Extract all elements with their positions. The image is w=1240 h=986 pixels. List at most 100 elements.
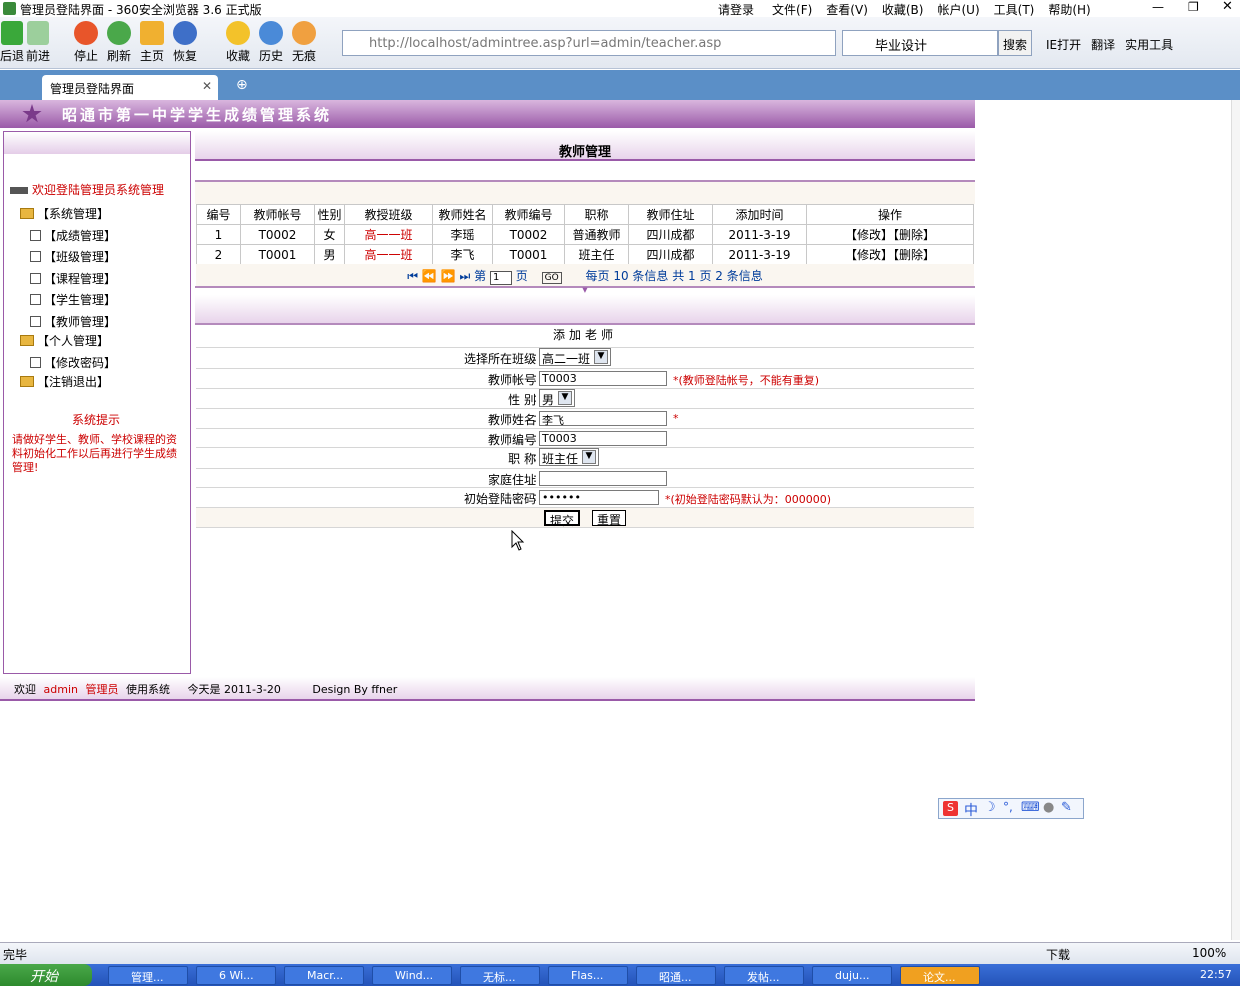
delete-link[interactable]: 【删除】 [893,228,935,242]
vertical-scrollbar[interactable] [1231,100,1240,940]
task-item[interactable]: 管理... [108,966,188,985]
page-input[interactable]: 1 [489,271,512,285]
sidebar-item-grades[interactable]: 【成绩管理】 [30,227,116,244]
back-arrow-icon [1,21,23,45]
start-button[interactable]: 开始 [0,964,92,986]
task-item[interactable]: 无标... [460,966,540,985]
menu-tools[interactable]: 工具(T) [994,1,1035,18]
wrench-icon[interactable]: ✎ [1061,800,1072,815]
search-button[interactable]: 搜索 [998,30,1032,56]
menu-file[interactable]: 文件(F) [772,1,812,18]
number-input[interactable]: T0003 [539,431,667,446]
clock: 22:57 [1200,968,1232,981]
favorites-button[interactable]: 收藏 [226,21,250,64]
page-footer: 欢迎 admin 管理员 使用系统 今天是 2011-3-20 Design B… [0,677,975,701]
sidebar-group-system[interactable]: 【系统管理】 [20,205,109,222]
table-row: 2 T0001 男 高一一班 李飞 T0001 班主任 四川成都 2011-3-19 【修… [196,244,974,265]
reset-button[interactable]: 重置 [592,510,627,527]
delete-link[interactable]: 【删除】 [893,248,935,262]
name-input[interactable]: 李飞 [539,411,667,427]
task-item[interactable]: Macr... [284,966,364,985]
gender-select[interactable]: 男 ▼ [539,389,576,407]
search-input[interactable]: 毕业设计 [842,30,998,56]
mouse-cursor-icon [511,530,525,551]
submit-button[interactable]: 提交 [544,510,581,528]
tab-close-icon[interactable]: ✕ [202,79,212,93]
menu-account[interactable]: 帐户(U) [937,1,979,18]
sidebar-item-change-password[interactable]: 【修改密码】 [30,354,116,371]
page-icon [30,251,41,262]
page-icon [30,357,41,368]
user-icon[interactable]: ● [1043,800,1054,815]
folder-icon [20,208,34,219]
address-bar[interactable]: http://localhost/admintree.asp?url=admin… [342,30,836,56]
maximize-icon[interactable]: ❐ [1188,0,1199,14]
menu-help[interactable]: 帮助(H) [1048,1,1090,18]
task-item[interactable]: Flas... [548,966,628,985]
minimize-icon[interactable]: — [1152,0,1164,14]
task-item[interactable]: duju... [812,966,892,985]
sidebar-item-courses[interactable]: 【课程管理】 [30,270,116,287]
folder-icon [20,376,34,387]
private-button[interactable]: 无痕 [292,21,316,64]
ime-toolbar[interactable]: S 中 ☽ °, ⌨ ● ✎ [938,798,1084,819]
task-item[interactable]: 论文... [900,966,980,985]
sidebar-welcome: 欢迎登陆管理员系统管理 [10,181,164,198]
menu-favorites[interactable]: 收藏(B) [882,1,924,18]
undo-icon [173,21,197,45]
password-input[interactable]: •••••• [539,490,659,505]
task-item[interactable]: 昭通... [636,966,716,985]
back-button[interactable]: 后退 [0,21,24,64]
class-link[interactable]: 高一一班 [344,224,433,245]
pointer-icon [10,187,28,194]
password-hint: *(初始登陆密码默认为：000000) [665,493,832,506]
sidebar-group-personal[interactable]: 【个人管理】 [20,332,109,349]
prev-page-icon[interactable]: ⏪ [422,269,437,283]
class-select[interactable]: 高二一班 ▼ [539,348,612,366]
teacher-table: 编号 教师帐号 性别 教授班级 教师姓名 教师编号 职称 教师住址 添加时间 操… [196,204,974,265]
edit-link[interactable]: 【修改】 [845,228,893,242]
edit-link[interactable]: 【修改】 [845,248,893,262]
punct-icon[interactable]: °, [1003,800,1013,814]
new-tab-icon[interactable]: ⊕ [236,77,248,93]
task-item[interactable]: Wind... [372,966,452,985]
utilities-button[interactable]: 实用工具 [1125,36,1173,53]
first-page-icon[interactable]: ⏮ [407,269,418,283]
history-button[interactable]: 历史 [259,21,283,64]
sidebar-item-classes[interactable]: 【班级管理】 [30,248,116,265]
tip-title: 系统提示 [72,413,121,427]
menu-view[interactable]: 查看(V) [826,1,868,18]
address-input[interactable] [539,471,667,486]
stop-button[interactable]: 停止 [74,21,98,64]
sidebar-item-students[interactable]: 【学生管理】 [30,291,116,308]
next-page-icon[interactable]: ⏩ [441,269,456,283]
form-row-name: 教师姓名: 李飞 * [196,408,974,428]
keyboard-icon[interactable]: ⌨ [1021,800,1040,815]
ime-chinese-icon[interactable]: 中 [964,800,978,820]
star-icon [226,21,250,45]
tip-text: 请做好学生、教师、学校课程的资料初始化工作以后再进行学生成绩管理! [12,433,177,474]
download-button[interactable]: 下载 [1046,946,1070,963]
title-select[interactable]: 班主任 ▼ [539,448,600,466]
refresh-button[interactable]: 刷新 [107,21,131,64]
forward-button[interactable]: 前进 [26,21,50,64]
moon-icon[interactable]: ☽ [984,800,996,815]
form-row-account: 教师帐号: T0003 *(教师登陆帐号，不能有重复) [196,368,974,388]
zoom-level[interactable]: 100% [1192,946,1226,960]
sidebar-item-logout[interactable]: 【注销退出】 [20,373,109,390]
ie-open-button[interactable]: IE打开 [1046,36,1081,53]
translate-button[interactable]: 翻译 [1091,36,1115,53]
class-link[interactable]: 高一一班 [344,244,433,265]
sidebar-item-teachers[interactable]: 【教师管理】 [30,313,116,330]
home-button[interactable]: 主页 [140,21,164,64]
collapse-arrow-icon[interactable]: ▼ [195,286,975,294]
task-item[interactable]: 6 Wi... [196,966,276,985]
task-item[interactable]: 发帖... [724,966,804,985]
close-icon[interactable]: ✕ [1222,0,1233,14]
menu-login[interactable]: 请登录 [718,1,754,18]
account-input[interactable]: T0003 [539,371,667,386]
restore-button[interactable]: 恢复 [173,21,197,64]
tab-admin-login[interactable]: 管理员登陆界面 ✕ [42,75,218,100]
last-page-icon[interactable]: ⏭ [459,269,470,283]
go-button[interactable]: GO [541,272,562,284]
